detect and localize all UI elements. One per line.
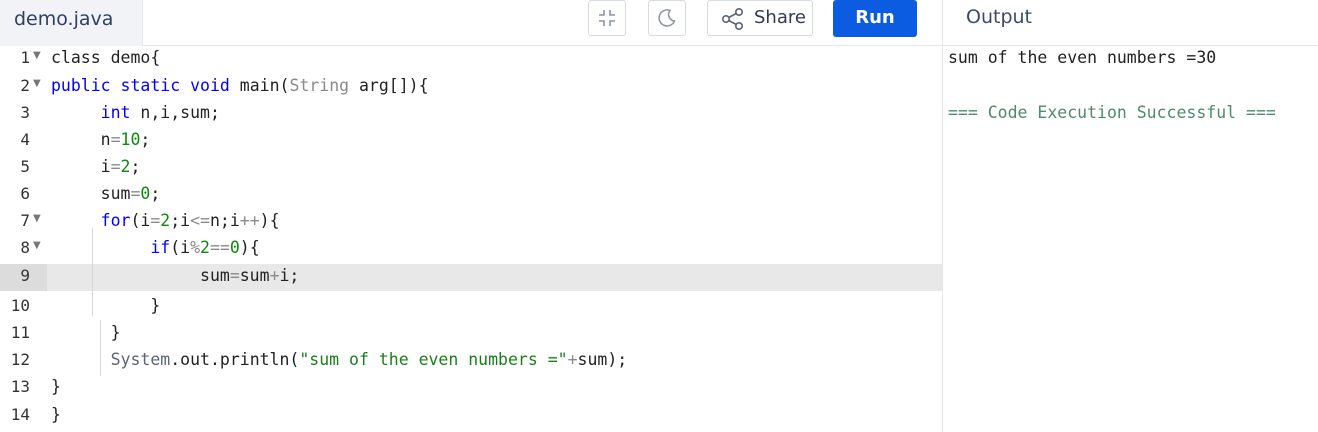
indent-guide [92, 228, 93, 316]
code-line[interactable]: 10 } [0, 294, 942, 321]
line-number: 2 [20, 76, 30, 95]
output-status-line: === Code Execution Successful === [948, 103, 1276, 122]
code-line[interactable]: 11 } [0, 321, 942, 348]
code-line[interactable]: 3 int n,i,sum; [0, 101, 942, 128]
code-text: } [51, 323, 121, 342]
file-tab[interactable]: demo.java [0, 0, 143, 46]
code-text: } [51, 296, 161, 315]
code-text: if(i%2==0){ [150, 238, 260, 257]
line-number: 8 [20, 238, 30, 257]
line-number: 11 [10, 323, 30, 342]
moon-icon [658, 9, 676, 27]
code-text: n=10; [51, 130, 151, 149]
fold-arrow-icon[interactable]: ▼ [33, 213, 41, 224]
code-line[interactable]: 12 System.out.println("sum of the even n… [0, 348, 942, 375]
share-button[interactable]: Share [707, 0, 813, 36]
panel-divider[interactable] [942, 0, 943, 432]
code-text: int n,i,sum; [100, 103, 220, 122]
fold-arrow-icon[interactable]: ▼ [33, 50, 41, 61]
code-line[interactable]: 7 ▼ for(i=2;i<=n;i++){ [0, 209, 942, 236]
toolbar: demo.java Share Run Output [0, 0, 1318, 46]
code-line[interactable]: 1 ▼ class demo{ [0, 46, 942, 73]
fold-arrow-icon[interactable]: ▼ [33, 240, 41, 251]
code-text: System.out.println("sum of the even numb… [110, 350, 628, 369]
code-text: sum=sum+i; [51, 266, 300, 285]
code-line[interactable]: 4 n=10; [0, 128, 942, 155]
minimize-icon [599, 10, 615, 26]
code-line[interactable]: 8 ▼ if(i%2==0){ [0, 236, 942, 263]
line-number: 14 [10, 405, 30, 424]
output-result-line: sum of the even numbers =30 [948, 48, 1217, 67]
theme-toggle-button[interactable] [648, 0, 686, 36]
line-number: 7 [20, 211, 30, 230]
line-number: 5 [20, 157, 30, 176]
code-text: class demo{ [51, 48, 161, 67]
share-label: Share [754, 7, 806, 28]
run-button[interactable]: Run [833, 0, 917, 37]
code-line[interactable]: 5 i=2; [0, 155, 942, 182]
line-number: 1 [20, 48, 30, 67]
code-text: } [51, 405, 61, 424]
code-line[interactable]: 14 } [0, 403, 942, 430]
code-text: i=2; [51, 157, 141, 176]
code-text: sum=0; [51, 184, 161, 203]
fold-arrow-icon[interactable]: ▼ [33, 78, 41, 89]
code-text: public static void main(String arg[]){ [51, 76, 429, 95]
code-editor[interactable]: 1 ▼ class demo{ 2 ▼ public static void m… [0, 46, 942, 432]
code-text: for(i=2;i<=n;i++){ [100, 211, 280, 230]
code-line[interactable]: 6 sum=0; [0, 182, 942, 209]
line-number: 9 [20, 266, 30, 285]
output-title: Output [966, 6, 1032, 28]
line-number: 13 [10, 377, 30, 396]
run-label: Run [855, 7, 895, 28]
code-text: } [51, 377, 61, 396]
code-line[interactable]: 2 ▼ public static void main(String arg[]… [0, 74, 942, 101]
line-number: 10 [10, 296, 30, 315]
line-number: 12 [10, 350, 30, 369]
minimize-button[interactable] [588, 0, 626, 36]
code-line[interactable]: 13 } [0, 375, 942, 402]
code-line-active[interactable]: 9 sum=sum+i; [0, 264, 942, 291]
line-number: 6 [20, 184, 30, 203]
share-icon [721, 7, 744, 31]
indent-guide [100, 320, 101, 376]
line-number: 4 [20, 130, 30, 149]
file-tab-label: demo.java [14, 8, 114, 30]
line-number: 3 [20, 103, 30, 122]
